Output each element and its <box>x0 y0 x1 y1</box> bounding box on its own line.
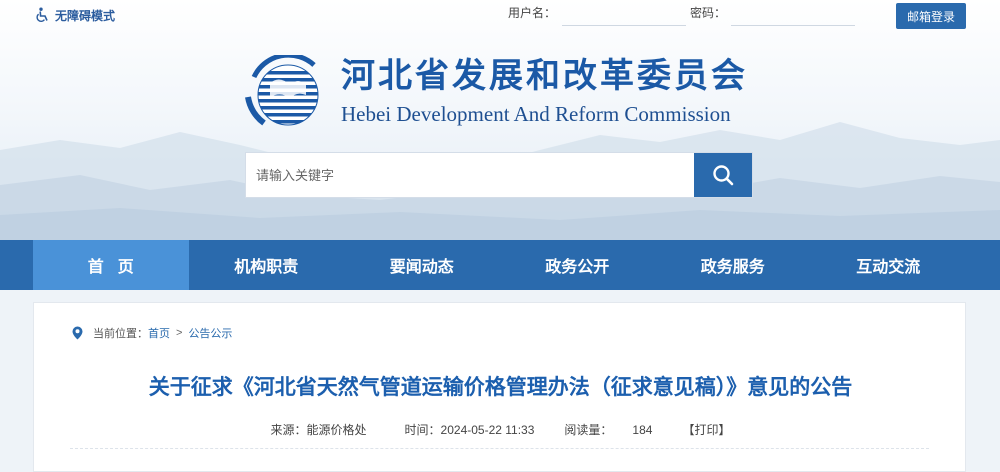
wheelchair-icon <box>36 7 48 22</box>
password-label: 密码： <box>690 6 727 20</box>
nav-item-news[interactable]: 要闻动态 <box>344 240 500 290</box>
search-button[interactable] <box>694 153 752 197</box>
nav-item-institution-duties[interactable]: 机构职责 <box>189 240 345 290</box>
mail-login-button[interactable]: 邮箱登录 <box>896 3 966 29</box>
source-value: 能源价格处 <box>306 423 367 437</box>
site-header: 无障碍模式 用户名： 密码： 邮箱登录 河北省发展和改革委员会 Hebei De… <box>0 0 1000 240</box>
nav-item-government-services[interactable]: 政务服务 <box>655 240 811 290</box>
views-value: 184 <box>632 422 653 437</box>
search-icon <box>713 165 734 186</box>
password-input[interactable] <box>731 4 855 26</box>
nav-item-home[interactable]: 首页 <box>33 240 189 290</box>
source-label: 来源： <box>270 423 307 437</box>
views-label: 阅读量： <box>564 423 613 437</box>
breadcrumb: 当前位置： 首页 > 公告公示 <box>72 325 232 341</box>
main-nav: 首页 机构职责 要闻动态 政务公开 政务服务 互动交流 <box>0 240 1000 290</box>
nav-item-interaction[interactable]: 互动交流 <box>811 240 967 290</box>
emblem-logo <box>245 55 319 126</box>
location-pin-icon <box>72 326 83 340</box>
username-label: 用户名： <box>508 6 557 20</box>
site-title: 河北省发展和改革委员会 <box>341 57 748 95</box>
print-link[interactable]: 【打印】 <box>682 421 730 438</box>
site-subtitle: Hebei Development And Reform Commission <box>341 102 731 126</box>
nav-item-government-affairs-open[interactable]: 政务公开 <box>500 240 656 290</box>
search-input[interactable] <box>246 153 694 197</box>
article-meta: 来源： 能源价格处 时间： 2024-05-22 11:33 阅读量： 184 … <box>34 421 967 438</box>
accessibility-label: 无障碍模式 <box>55 8 116 23</box>
article-title: 关于征求《河北省天然气管道运输价格管理办法（征求意见稿）》意见的公告 <box>148 376 853 399</box>
breadcrumb-prefix: 当前位置： <box>93 328 148 340</box>
breadcrumb-current-link[interactable]: 公告公示 <box>188 325 232 341</box>
article-panel: 当前位置： 首页 > 公告公示 关于征求《河北省天然气管道运输价格管理办法（征求… <box>33 302 966 472</box>
username-input[interactable] <box>562 4 686 26</box>
search-bar <box>246 153 752 197</box>
time-value: 2024-05-22 11:33 <box>440 422 535 437</box>
print-bracket-open: 【 <box>682 423 695 437</box>
time-label: 时间： <box>404 423 441 437</box>
meta-divider <box>70 448 929 449</box>
print-label: 打印 <box>694 423 719 437</box>
print-bracket-close: 】 <box>718 423 731 437</box>
breadcrumb-separator: > <box>176 327 183 339</box>
breadcrumb-home-link[interactable]: 首页 <box>148 325 170 341</box>
accessibility-mode-link[interactable]: 无障碍模式 <box>34 6 115 24</box>
